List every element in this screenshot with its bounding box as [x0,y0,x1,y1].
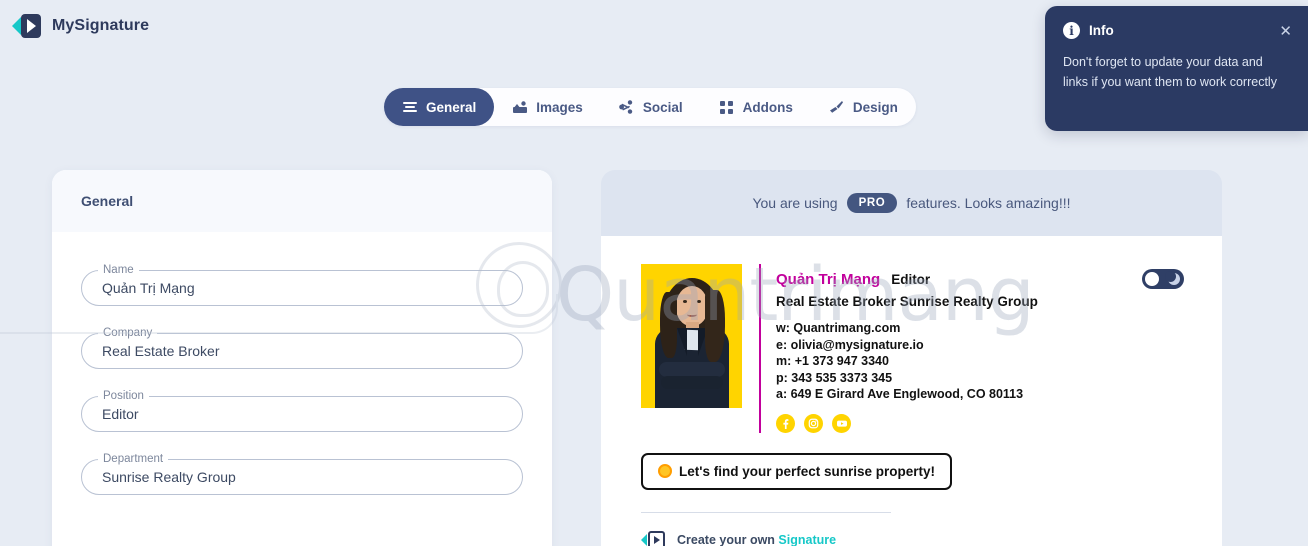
sun-icon [658,464,672,478]
grid-dots-icon [719,100,734,115]
tab-images[interactable]: Images [494,88,601,126]
name-input[interactable]: Quản Trị Mạng [81,270,523,306]
app-root: MySignature General Images Social Addons… [0,0,1308,546]
dark-mode-toggle[interactable] [1142,269,1184,289]
toast-message: Don't forget to update your data and lin… [1063,55,1277,89]
mysignature-logo-icon [12,13,42,39]
tab-addons[interactable]: Addons [701,88,811,126]
form-fields: Name Quản Trị Mạng Company Real Estate B… [52,232,552,495]
field-value: Sunrise Realty Group [102,469,236,485]
tab-label: Social [642,99,683,115]
signature-position: Editor [891,272,931,287]
pro-banner: You are using PRO features. Looks amazin… [601,170,1222,236]
cta-button[interactable]: Let's find your perfect sunrise property… [641,452,953,490]
signature-card: Quản Trị Mạng Editor Real Estate Broker … [601,236,1222,546]
tab-label: Addons [742,99,793,115]
close-icon[interactable]: ✕ [1279,24,1292,39]
tab-label: Design [852,99,898,115]
mysignature-logo-icon [641,530,666,546]
brush-icon [829,100,844,115]
tab-design[interactable]: Design [811,88,916,126]
youtube-icon[interactable] [832,413,851,433]
info-toast: i Info ✕ Don't forget to update your dat… [1045,6,1308,131]
field-label: Company [98,325,158,341]
avatar [641,264,742,408]
field-name: Name Quản Trị Mạng [81,262,523,306]
tab-general[interactable]: General [384,88,495,126]
cta-label: Let's find your perfect sunrise property… [679,463,936,479]
form-header: General [52,170,552,232]
divider [641,511,891,513]
footer-prefix: Create your own [677,532,779,546]
signature-link[interactable]: Signature [778,533,836,546]
field-department: Department Sunrise Realty Group [81,451,523,495]
facebook-icon[interactable] [776,413,795,433]
signature-name: Quản Trị Mạng [776,271,881,288]
field-value: Quản Trị Mạng [102,280,195,296]
tab-label: General [426,99,477,115]
form-section-title: General [81,193,134,209]
image-icon [512,100,527,115]
field-position: Position Editor [81,388,523,432]
contact-email: e: olivia@mysignature.io [776,337,924,352]
signature-contacts: w: Quantrimang.com e: olivia@mysignature… [776,320,1038,403]
field-label: Department [98,451,169,467]
pro-prefix: You are using [752,195,838,211]
create-your-own-footer[interactable]: Create your own Signature [641,530,1198,546]
contact-phone: p: 343 535 3373 345 [776,370,893,385]
toggle-knob [1145,272,1159,286]
field-label: Position [98,388,149,404]
contact-mobile: m: +1 373 947 3340 [776,354,889,368]
toast-title: Info [1089,23,1114,38]
signature-company: Real Estate Broker Sunrise Realty Group [776,294,1038,309]
pro-badge: PRO [846,193,898,213]
field-value: Real Estate Broker [102,343,220,359]
contact-website: w: Quantrimang.com [776,321,901,335]
list-lines-icon [402,100,417,115]
tab-label: Images [536,99,583,115]
instagram-icon[interactable] [804,413,823,433]
signature-preview-panel: You are using PRO features. Looks amazin… [601,170,1222,546]
social-links [776,413,1038,433]
general-form-panel: General Name Quản Trị Mạng Company Real … [52,170,552,546]
footer-text: Create your own Signature [677,533,836,546]
field-company: Company Real Estate Broker [81,325,523,369]
contact-address: a: 649 E Girard Ave Englewood, CO 80113 [776,387,1024,401]
tab-social[interactable]: Social [601,88,701,126]
pro-suffix: features. Looks amazing!!! [906,195,1071,211]
info-circle-icon: i [1063,22,1080,39]
field-value: Editor [102,406,139,422]
brand-name: MySignature [52,17,150,34]
moon-icon [1165,271,1181,286]
signature-details: Quản Trị Mạng Editor Real Estate Broker … [761,264,1038,433]
brand-logo[interactable]: MySignature [12,13,149,39]
share-icon [619,100,634,115]
tab-bar: General Images Social Addons Design [384,88,916,126]
field-label: Name [98,262,139,278]
